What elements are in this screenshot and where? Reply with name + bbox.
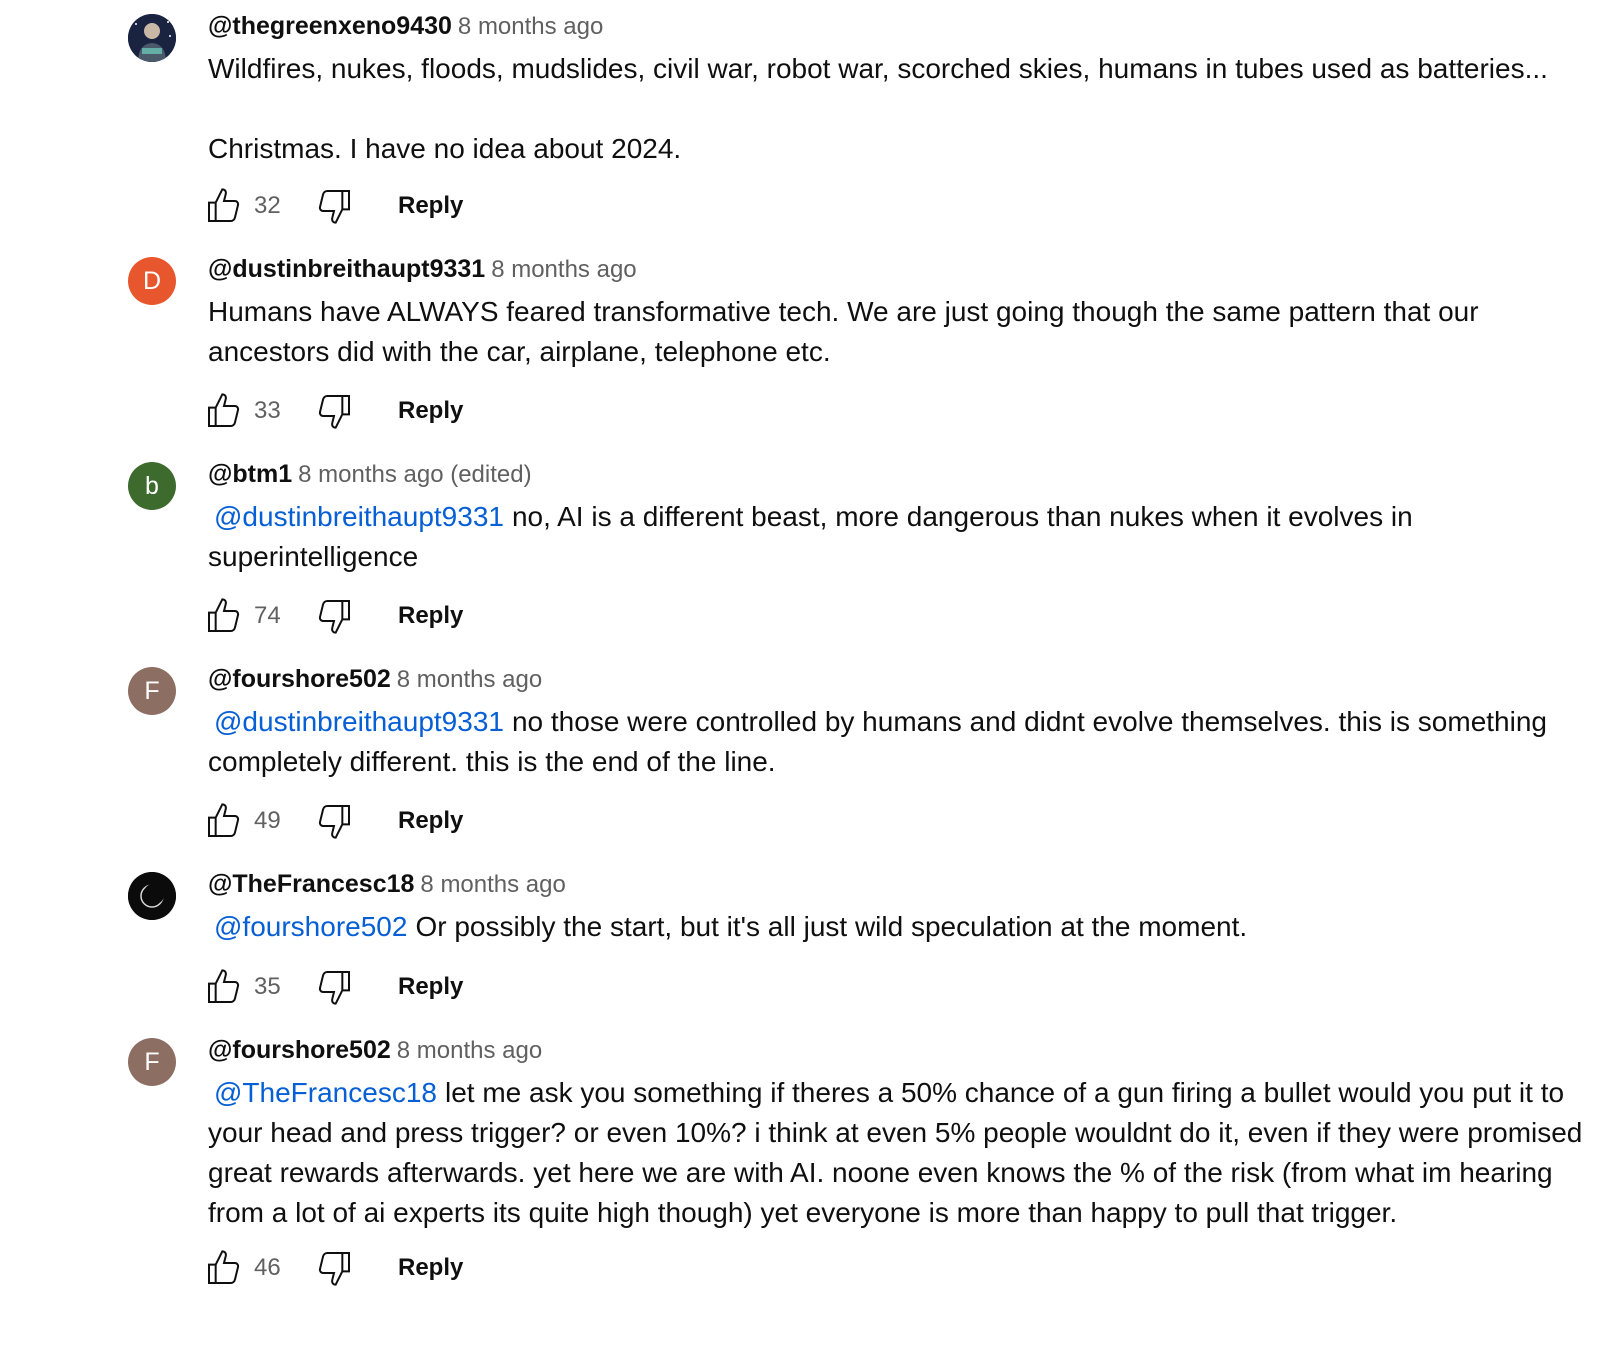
comment-actions: 32 Reply: [202, 184, 463, 228]
comment-author[interactable]: @fourshore502: [208, 1036, 391, 1064]
comment-actions: 74 Reply: [202, 594, 463, 638]
comment-author[interactable]: @thegreenxeno9430: [208, 12, 452, 40]
avatar-letter: b: [145, 471, 159, 500]
comments-section: @thegreenxeno9430 8 months ago Wildfires,…: [0, 0, 1624, 1346]
comment-time[interactable]: 8 months ago: [491, 256, 636, 283]
avatar[interactable]: D: [128, 257, 176, 305]
comment-text: @dustinbreithaupt9331 no, AI is a differe…: [208, 497, 1598, 577]
dislike-button[interactable]: [312, 594, 356, 638]
avatar[interactable]: b: [128, 462, 176, 510]
like-button[interactable]: [202, 594, 246, 638]
avatar[interactable]: F: [128, 667, 176, 715]
thumbs-up-icon: [208, 803, 240, 837]
comment-author[interactable]: @btm1: [208, 460, 292, 488]
reply-button[interactable]: Reply: [398, 397, 463, 425]
reply-button[interactable]: Reply: [398, 1254, 463, 1282]
comment-time[interactable]: 8 months ago: [458, 13, 603, 40]
like-count: 46: [254, 1254, 281, 1281]
thumbs-down-icon: [318, 805, 350, 839]
dislike-button[interactable]: [312, 799, 356, 843]
reply-button[interactable]: Reply: [398, 973, 463, 1001]
dislike-button[interactable]: [312, 1246, 356, 1290]
avatar[interactable]: [128, 14, 176, 62]
thumbs-up-icon: [208, 598, 240, 632]
reply-button[interactable]: Reply: [398, 602, 463, 630]
reply-button[interactable]: Reply: [398, 192, 463, 220]
dislike-button[interactable]: [312, 184, 356, 228]
reply-button[interactable]: Reply: [398, 807, 463, 835]
thumbs-down-icon: [318, 395, 350, 429]
comment-text-body: Or possibly the start, but it's all just…: [415, 911, 1248, 942]
comment-time[interactable]: 8 months ago: [420, 871, 565, 898]
comment-author[interactable]: @dustinbreithaupt9331: [208, 255, 485, 283]
comment-actions: 33 Reply: [202, 389, 463, 433]
mention-link[interactable]: @dustinbreithaupt9331: [214, 706, 504, 737]
thumbs-up-icon: [208, 969, 240, 1003]
comment-text-body: Wildfires, nukes, floods, mudslides, civ…: [208, 53, 1548, 164]
comment-time[interactable]: 8 months ago: [397, 666, 542, 693]
comment-time[interactable]: 8 months ago (edited): [298, 461, 531, 488]
dislike-button[interactable]: [312, 965, 356, 1009]
thumbs-down-icon: [318, 1252, 350, 1286]
avatar[interactable]: [128, 872, 176, 920]
comment-author[interactable]: @fourshore502: [208, 665, 391, 693]
avatar-letter: D: [142, 266, 162, 295]
thumbs-down-icon: [318, 971, 350, 1005]
profile-photo-icon: [128, 14, 176, 62]
like-count: 74: [254, 602, 281, 629]
avatar-letter: F: [144, 676, 160, 705]
comment-time[interactable]: 8 months ago: [397, 1037, 542, 1064]
comment-text-body: Humans have ALWAYS feared transformative…: [208, 296, 1479, 367]
mention-link[interactable]: @fourshore502: [214, 911, 407, 942]
like-button[interactable]: [202, 965, 246, 1009]
comment-text: @dustinbreithaupt9331 no those were contr…: [208, 702, 1598, 782]
like-button[interactable]: [202, 1246, 246, 1290]
avatar-letter: F: [144, 1047, 160, 1076]
like-count: 33: [254, 397, 281, 424]
comment-actions: 46 Reply: [202, 1246, 463, 1290]
like-button[interactable]: [202, 184, 246, 228]
comment-text: @TheFrancesc18 let me ask you something i…: [208, 1073, 1598, 1233]
like-button[interactable]: [202, 389, 246, 433]
thumbs-up-icon: [208, 393, 240, 427]
thumbs-down-icon: [318, 600, 350, 634]
like-button[interactable]: [202, 799, 246, 843]
like-count: 49: [254, 807, 281, 834]
comment-actions: 49 Reply: [202, 799, 463, 843]
eclipse-photo-icon: [128, 872, 176, 920]
mention-link[interactable]: @TheFrancesc18: [214, 1077, 437, 1108]
comment-text: Humans have ALWAYS feared transformative…: [208, 292, 1598, 372]
comment-text: @fourshore502 Or possibly the start, but …: [208, 907, 1598, 947]
dislike-button[interactable]: [312, 389, 356, 433]
comment-author[interactable]: @TheFrancesc18: [208, 870, 414, 898]
mention-link[interactable]: @dustinbreithaupt9331: [214, 501, 504, 532]
thumbs-down-icon: [318, 190, 350, 224]
comment-actions: 35 Reply: [202, 965, 463, 1009]
avatar[interactable]: F: [128, 1038, 176, 1086]
like-count: 35: [254, 973, 281, 1000]
thumbs-up-icon: [208, 1250, 240, 1284]
comment-text: Wildfires, nukes, floods, mudslides, civ…: [208, 49, 1598, 169]
thumbs-up-icon: [208, 188, 240, 222]
like-count: 32: [254, 192, 281, 219]
